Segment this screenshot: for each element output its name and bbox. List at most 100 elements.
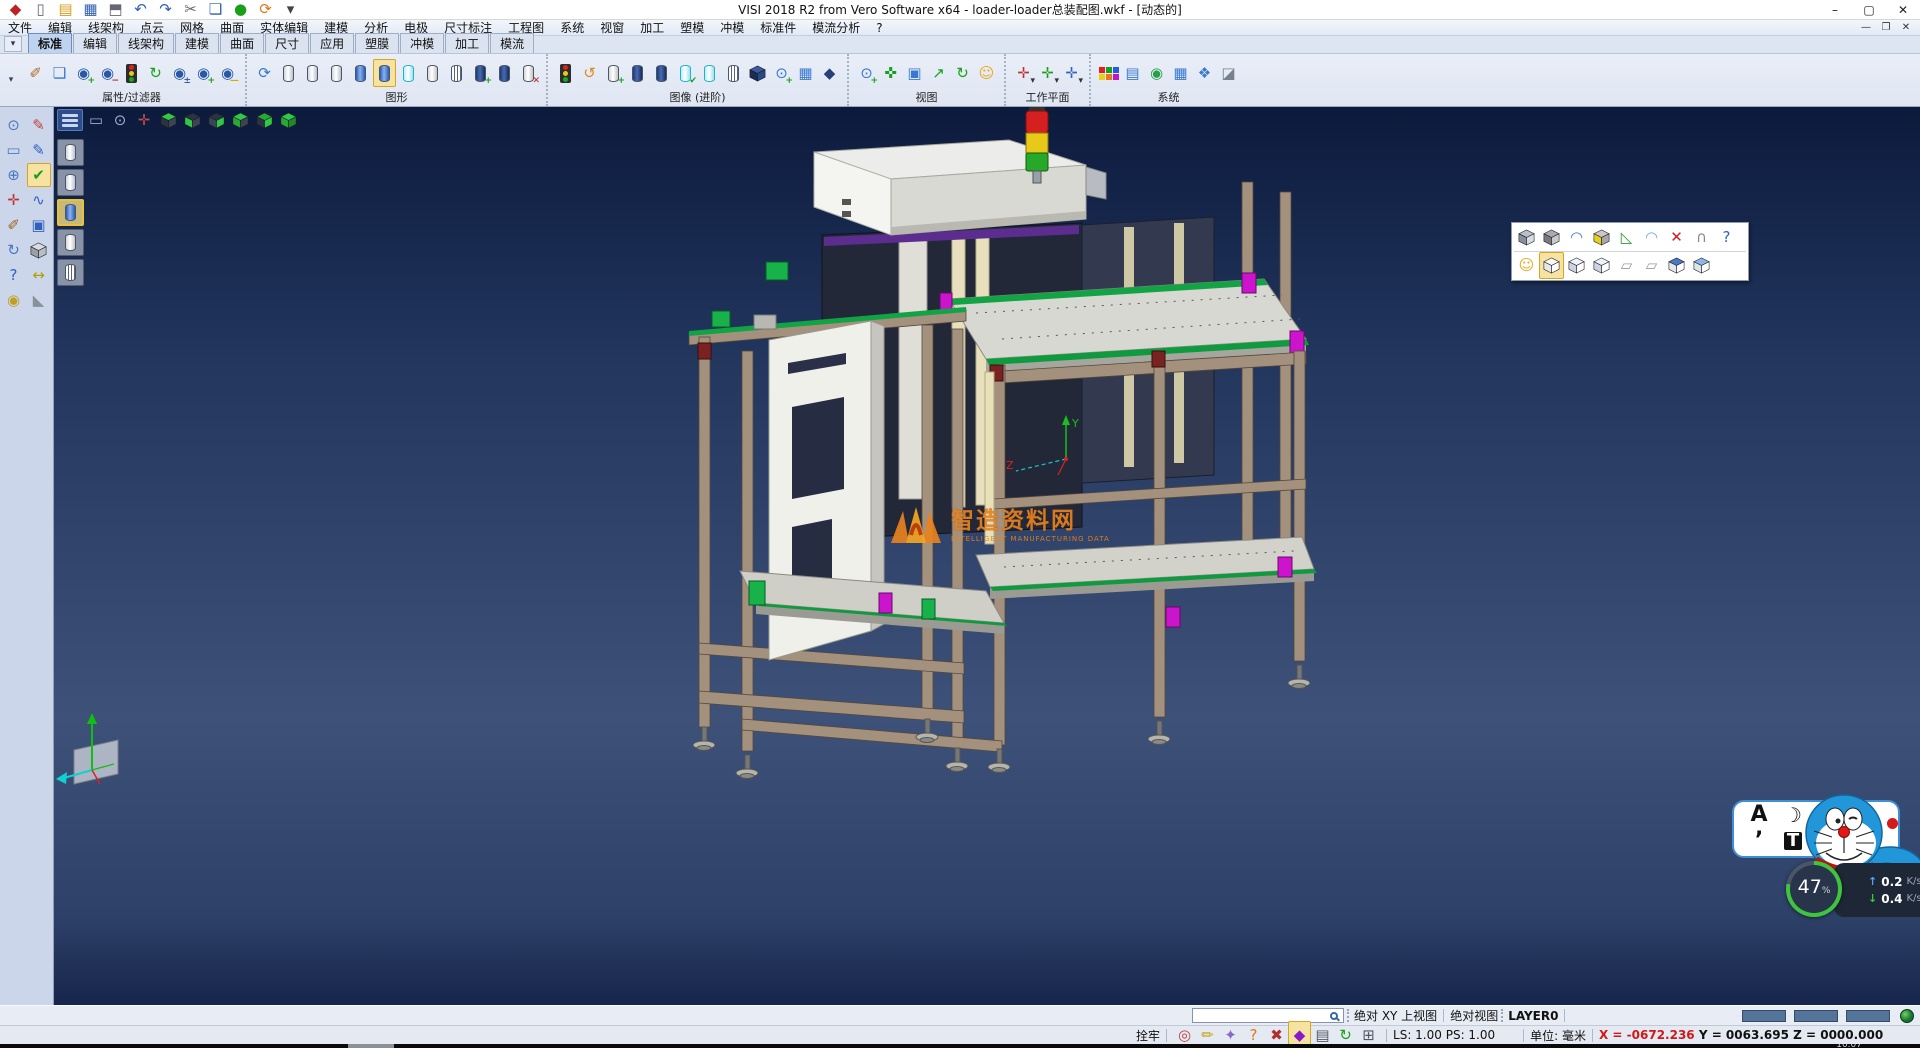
tab-模流[interactable]: 模流 xyxy=(490,33,534,53)
zoom-extents-icon[interactable]: ✜ xyxy=(879,59,902,87)
slant-plane-2-icon[interactable]: ▱ xyxy=(1639,252,1664,279)
mdi-close-button[interactable]: ✕ xyxy=(1896,21,1916,35)
recycle-icon[interactable]: ⟳ xyxy=(254,0,277,24)
zoom-render-icon[interactable]: ⊙+ xyxy=(770,59,793,87)
report-table-icon[interactable]: ▤ xyxy=(1121,59,1144,87)
copy-icon[interactable]: ❏ xyxy=(204,0,227,24)
slant-plane-icon[interactable]: ▱ xyxy=(1614,252,1639,279)
dark-shaded-2-icon[interactable] xyxy=(650,59,673,87)
viewport-3d[interactable]: ▭⊙✛ xyxy=(54,107,1920,1005)
layer-color-swatch-3[interactable] xyxy=(1846,1010,1890,1022)
solid-shade-cube-icon[interactable] xyxy=(1514,224,1539,251)
tab-编辑[interactable]: 编辑 xyxy=(73,33,117,53)
hatched-body-icon[interactable] xyxy=(445,59,468,87)
active-layer[interactable]: LAYER0 xyxy=(1508,1009,1558,1023)
print-icon[interactable]: ⬒ xyxy=(104,0,127,24)
layer-color-swatch-1[interactable] xyxy=(1742,1010,1786,1022)
wireframe-body-icon[interactable] xyxy=(277,59,300,87)
ribbon-dropdown[interactable]: ▾ xyxy=(4,54,18,106)
copy-attributes-icon[interactable]: ❏ xyxy=(48,59,71,87)
undo-icon[interactable]: ↶ xyxy=(129,0,152,24)
snap-settings-icon[interactable]: ❖ xyxy=(1193,59,1216,87)
help-icon[interactable]: ? xyxy=(2,263,26,287)
delete-surface-icon[interactable]: ✕ xyxy=(1664,224,1689,251)
spline-edit-icon[interactable]: ∿ xyxy=(27,188,51,212)
axes-view-icon[interactable]: ✛ xyxy=(133,109,155,131)
tab-线架构[interactable]: 线架构 xyxy=(118,33,174,53)
render-smiley-icon[interactable]: ☺ xyxy=(975,59,998,87)
show-add-icon[interactable]: ◉+ xyxy=(72,59,95,87)
settings-panel-icon[interactable]: ▦ xyxy=(1169,59,1192,87)
attribute-brush-icon[interactable]: ✐ xyxy=(24,59,47,87)
show-all-icon[interactable]: ◉+ xyxy=(192,59,215,87)
solid-gray-cube-icon[interactable] xyxy=(1539,224,1564,251)
workplane-dynamic-icon[interactable]: ✛▾ xyxy=(1060,59,1083,87)
minimize-button[interactable]: – xyxy=(1818,0,1852,19)
color-palette-icon[interactable] xyxy=(1097,59,1120,87)
mdi-restore-button[interactable]: ❐ xyxy=(1876,21,1896,35)
zoom-view-icon[interactable]: ⊙ xyxy=(109,109,131,131)
blue-surface-icon[interactable]: ◠ xyxy=(1639,224,1664,251)
workplane-entity-icon[interactable]: ✛▾ xyxy=(1036,59,1059,87)
hidden-line-body-icon[interactable] xyxy=(301,59,324,87)
layer-wireframe-icon[interactable] xyxy=(57,139,84,166)
show-remove-icon[interactable]: ◉− xyxy=(96,59,119,87)
menu-item-系统[interactable]: 系统 xyxy=(552,20,592,36)
iso-view-top-icon[interactable] xyxy=(157,109,179,131)
maximize-button[interactable]: ▢ xyxy=(1852,0,1886,19)
new-file-icon[interactable]: ▯ xyxy=(29,0,52,24)
pipe-curve-icon[interactable]: ∩ xyxy=(1689,224,1714,251)
window-layout-icon[interactable]: ▣ xyxy=(27,213,51,237)
render-traffic-light-icon[interactable] xyxy=(554,59,577,87)
menu-item-加工[interactable]: 加工 xyxy=(632,20,672,36)
regen-graphics-icon[interactable]: ⟳ xyxy=(253,59,276,87)
ime-letter-mode[interactable]: A xyxy=(1750,804,1767,826)
peel-shaded-icon[interactable] xyxy=(698,59,721,87)
shade-cone-icon[interactable]: ◣ xyxy=(27,288,51,312)
layer-flat-icon[interactable] xyxy=(57,229,84,256)
layer-color-swatch-2[interactable] xyxy=(1794,1010,1838,1022)
ime-moon-icon[interactable]: ☽ xyxy=(1784,805,1802,825)
add-shaded-icon[interactable]: + xyxy=(602,59,625,87)
redo-icon[interactable]: ↷ xyxy=(154,0,177,24)
tab-冲模[interactable]: 冲模 xyxy=(400,33,444,53)
pair-render-body-icon[interactable] xyxy=(493,59,516,87)
render-sphere-icon[interactable]: ● xyxy=(229,0,252,24)
refresh-filters-icon[interactable]: ↻ xyxy=(144,59,167,87)
attributes-palette-icon[interactable]: ✐ xyxy=(2,213,26,237)
pan-view-icon[interactable]: ↗ xyxy=(927,59,950,87)
machine-3d-model[interactable]: Y Z xyxy=(654,107,1414,807)
memory-usage-ball[interactable]: 47 % xyxy=(1786,861,1842,917)
edit-curve-icon[interactable]: ✎ xyxy=(27,138,51,162)
blue-top-cube-icon[interactable] xyxy=(1664,252,1689,279)
zoom-window-icon[interactable]: ▭ xyxy=(2,138,26,162)
net-speed-panel[interactable]: ↑ 0.2 K/s ↓ 0.4 K/s xyxy=(1834,863,1920,917)
tab-塑膜[interactable]: 塑膜 xyxy=(355,33,399,53)
zoom-in-out-icon[interactable]: ⊕ xyxy=(2,163,26,187)
add-render-body-icon[interactable]: + xyxy=(469,59,492,87)
view-menu-icon[interactable] xyxy=(57,109,83,131)
close-button[interactable]: ✕ xyxy=(1886,0,1920,19)
surface-bend-icon[interactable]: ◠ xyxy=(1564,224,1589,251)
ghost-body-icon[interactable] xyxy=(325,59,348,87)
blue-top-cube-2-icon[interactable] xyxy=(1689,252,1714,279)
report-render-icon[interactable]: ▦ xyxy=(794,59,817,87)
section-wedge-icon[interactable]: ◪ xyxy=(1217,59,1240,87)
menu-item-冲模[interactable]: 冲模 xyxy=(712,20,752,36)
measure-distance-icon[interactable]: ↔ xyxy=(27,263,51,287)
tab-加工[interactable]: 加工 xyxy=(445,33,489,53)
cpl-axes-icon[interactable]: ✛ xyxy=(2,188,26,212)
layer-hatch-icon[interactable] xyxy=(57,259,84,286)
remove-render-body-icon[interactable]: ✕ xyxy=(517,59,540,87)
cut-icon[interactable]: ✂ xyxy=(179,0,202,24)
iso-view-front-icon[interactable] xyxy=(229,109,251,131)
pin-toggle[interactable]: 拴牢 xyxy=(1136,1027,1160,1044)
flat-body-icon[interactable] xyxy=(421,59,444,87)
iso-view-bottom-icon[interactable] xyxy=(181,109,203,131)
gem-render-icon[interactable]: ◆ xyxy=(818,59,841,87)
confirm-selection-icon[interactable]: ✔ xyxy=(27,163,51,187)
delete-entity-icon[interactable]: ✎ xyxy=(27,113,51,137)
workplane-view-icon[interactable]: ✛▾ xyxy=(1012,59,1035,87)
save-file-icon[interactable]: ▦ xyxy=(79,0,102,24)
flatten-surface-icon[interactable]: ◺ xyxy=(1614,224,1639,251)
